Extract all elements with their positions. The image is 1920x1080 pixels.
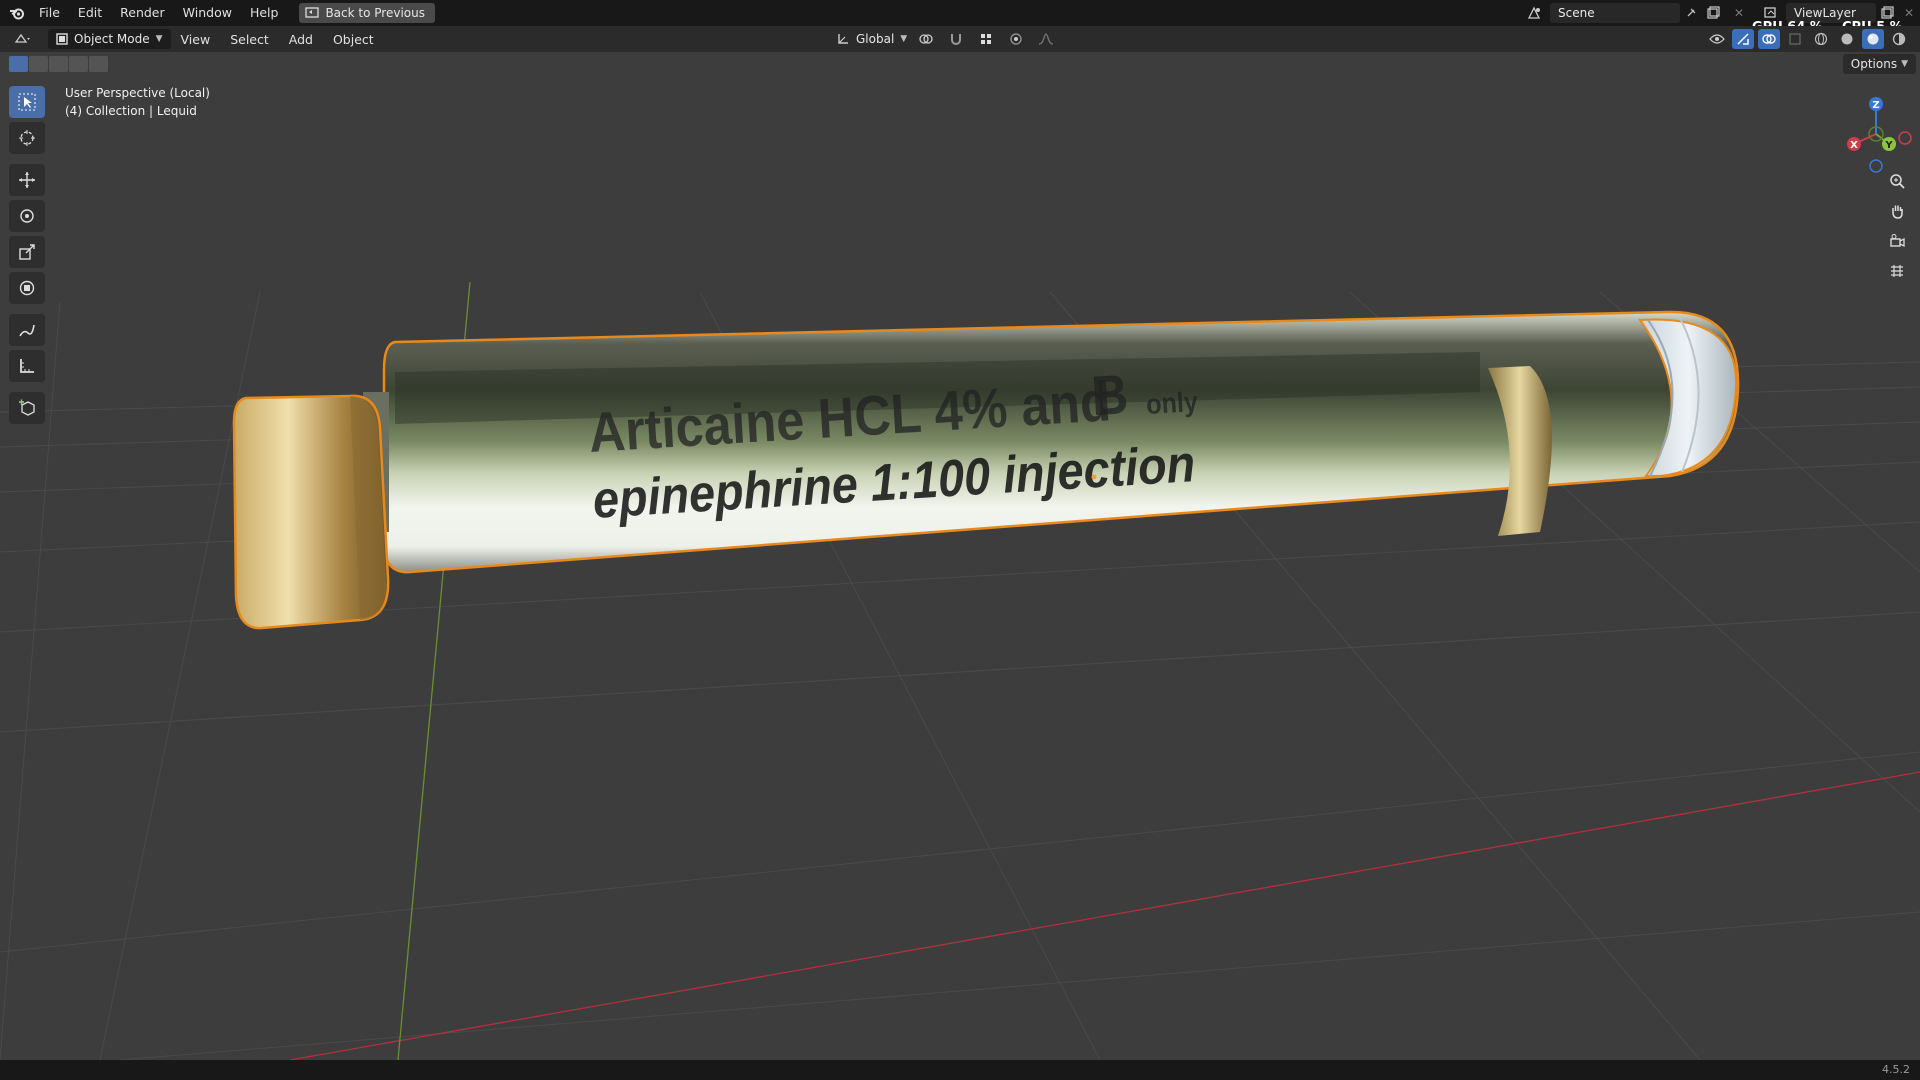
viewport-scene: Articaine HCL 4% and B only epinephrine … [0, 281, 1920, 1060]
tool-shelf [9, 86, 45, 428]
options-dropdown[interactable]: Options ▼ [1842, 54, 1916, 74]
falloff-curve-icon[interactable] [1035, 29, 1057, 49]
object-origin-dot [1091, 474, 1097, 480]
annotate-icon[interactable] [9, 314, 45, 346]
pan-hand-icon[interactable] [1884, 198, 1910, 224]
new-scene-icon[interactable] [1702, 3, 1724, 23]
version-label: 4.5.2 [1882, 1063, 1910, 1076]
chevron-down-icon: ▼ [155, 34, 163, 44]
snap-toggle-icon[interactable] [945, 29, 967, 49]
header-menu-object[interactable]: Object [323, 32, 384, 47]
add-cube-icon[interactable] [9, 392, 45, 424]
gizmo-z-label: Z [1872, 100, 1879, 111]
select-intersect-icon[interactable] [89, 56, 108, 72]
material-preview-icon[interactable] [1862, 29, 1884, 49]
chevron-down-icon: ▼ [1901, 59, 1908, 69]
back-screen-icon [305, 7, 320, 18]
scene-name-field[interactable]: Scene [1550, 3, 1680, 23]
solid-shading-icon[interactable] [1836, 29, 1858, 49]
vial-label-rx: B [1090, 364, 1130, 428]
ortho-grid-icon[interactable] [1884, 258, 1910, 284]
top-menubar: File Edit Render Window Help Back to Pre… [0, 0, 1920, 35]
select-new-icon[interactable] [9, 56, 28, 72]
viewport-header: Object Mode ▼ View Select Add Object Glo… [0, 26, 1920, 52]
collection-label: (4) Collection | Lequid [65, 104, 197, 118]
move-icon[interactable] [9, 164, 45, 196]
transform-orientation-dropdown[interactable]: Global ▼ [836, 32, 907, 46]
header-menu-view[interactable]: View [171, 32, 221, 47]
status-bar: 4.5.2 [0, 1060, 1920, 1080]
header-menu-add[interactable]: Add [279, 32, 323, 47]
object-mode-label: Object Mode [74, 32, 150, 46]
scene-name: Scene [1558, 6, 1595, 20]
pivot-point-icon[interactable] [915, 29, 937, 49]
pin-scene-icon[interactable] [1680, 3, 1702, 23]
gizmo-y-label: Y [1884, 140, 1893, 151]
menu-window[interactable]: Window [174, 2, 241, 24]
rotate-icon[interactable] [9, 200, 45, 232]
3d-viewport[interactable]: Articaine HCL 4% and B only epinephrine … [0, 52, 1920, 1060]
menu-edit[interactable]: Edit [69, 2, 111, 24]
visibility-eye-icon[interactable] [1706, 29, 1728, 49]
menu-file[interactable]: File [30, 2, 69, 24]
x-axis-line [289, 771, 1920, 1060]
selection-mode-buttons [9, 56, 108, 72]
options-label: Options [1850, 57, 1898, 71]
navigation-buttons [1884, 168, 1910, 288]
view-layer-name: ViewLayer [1794, 6, 1856, 20]
delete-scene-icon[interactable]: ✕ [1724, 3, 1754, 23]
chevron-down-icon: ▼ [900, 34, 908, 44]
transform-orientation-label: Global [856, 32, 895, 46]
scale-icon[interactable] [9, 236, 45, 268]
camera-view-icon[interactable] [1884, 228, 1910, 254]
vial-label-only: only [1145, 386, 1199, 421]
wireframe-shading-icon[interactable] [1810, 29, 1832, 49]
header-menu-select[interactable]: Select [220, 32, 279, 47]
menu-help[interactable]: Help [241, 2, 288, 24]
menu-render[interactable]: Render [111, 2, 174, 24]
xray-toggle-icon[interactable] [1784, 29, 1806, 49]
orientation-axes-icon [838, 34, 848, 44]
gizmo-x-label: X [1850, 140, 1858, 151]
perspective-label: User Perspective (Local) [65, 86, 210, 100]
select-box-icon[interactable] [9, 86, 45, 118]
zoom-icon[interactable] [1884, 168, 1910, 194]
proportional-edit-icon[interactable] [1005, 29, 1027, 49]
blender-logo-icon[interactable] [4, 0, 30, 26]
object-mode-icon [56, 33, 68, 45]
transform-icon[interactable] [9, 272, 45, 304]
measure-icon[interactable] [9, 350, 45, 382]
select-subtract-icon[interactable] [49, 56, 68, 72]
back-to-previous-button[interactable]: Back to Previous [299, 3, 435, 23]
select-invert-icon[interactable] [69, 56, 88, 72]
cursor-icon[interactable] [9, 122, 45, 154]
object-mode-dropdown[interactable]: Object Mode ▼ [48, 29, 171, 49]
snap-target-icon[interactable] [975, 29, 997, 49]
select-extend-icon[interactable] [29, 56, 48, 72]
scene-browse-icon[interactable] [1524, 3, 1546, 23]
back-to-previous-label: Back to Previous [325, 6, 425, 20]
gizmo-toggle-icon[interactable] [1732, 29, 1754, 49]
rendered-shading-icon[interactable] [1888, 29, 1910, 49]
overlays-toggle-icon[interactable] [1758, 29, 1780, 49]
editor-type-icon[interactable] [12, 29, 34, 49]
